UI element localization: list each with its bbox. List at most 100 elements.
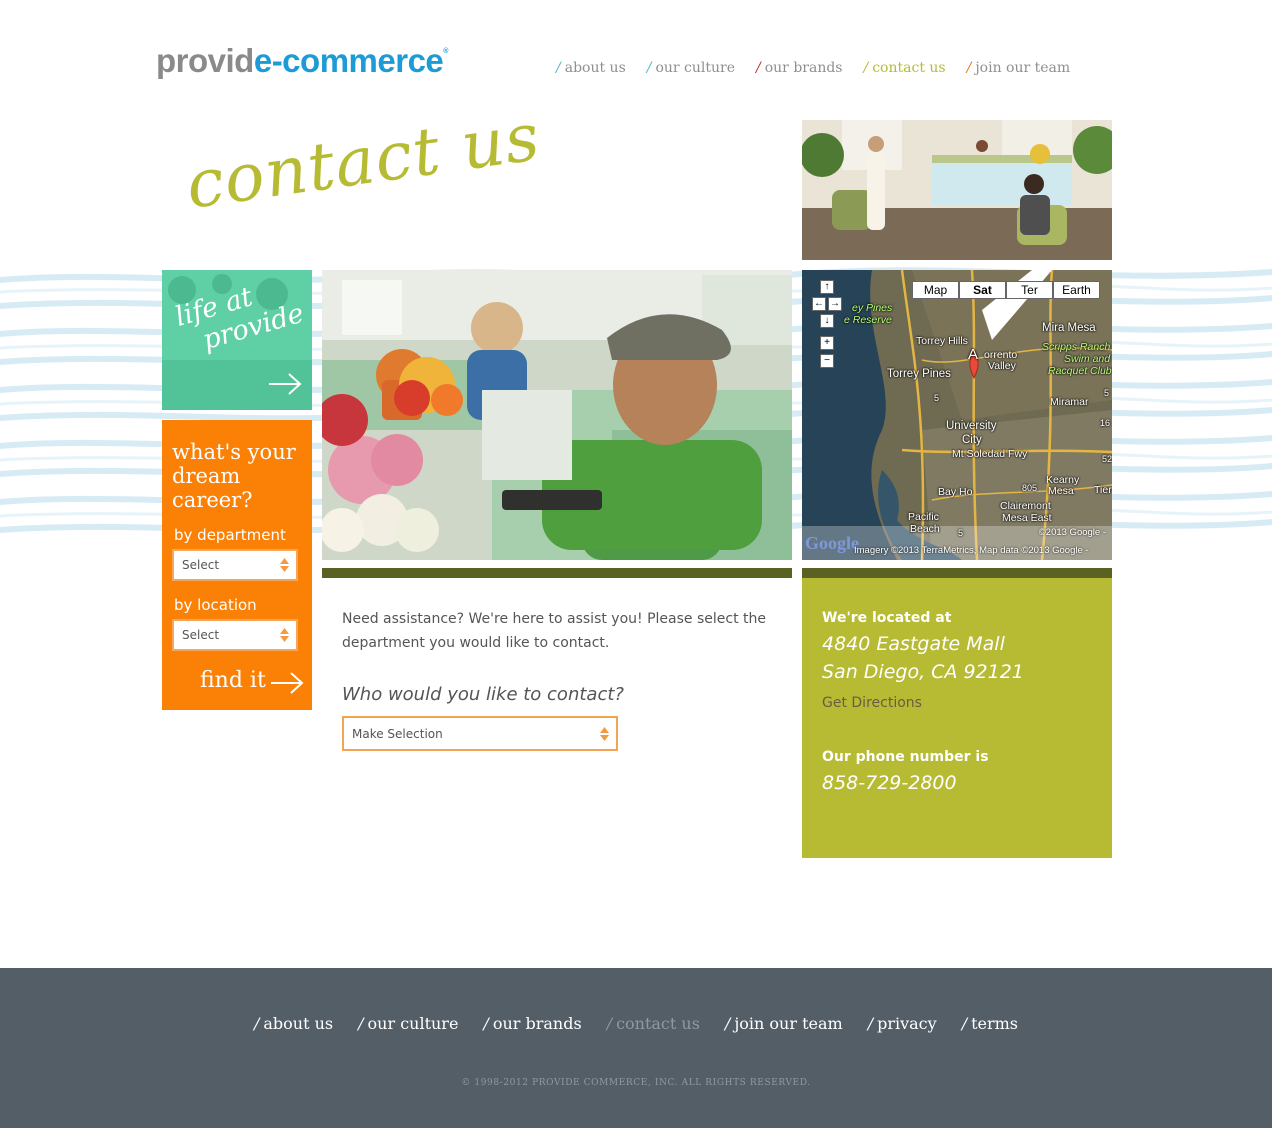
location-select[interactable]: Select <box>172 619 298 651</box>
map-label-city: City <box>962 434 982 446</box>
nav-about-us[interactable]: / about us <box>556 60 626 76</box>
map-pan-down-icon[interactable]: ↓ <box>820 314 834 328</box>
footer-slash: / <box>961 1014 968 1033</box>
select-carets-icon <box>600 726 609 741</box>
nav-our-brands[interactable]: / our brands <box>756 60 842 76</box>
arrow-right-icon[interactable] <box>270 672 304 694</box>
logo-text-part2: e-commerce <box>253 42 444 79</box>
nav-our-culture[interactable]: / our culture <box>647 60 735 76</box>
footer-link-label: privacy <box>877 1014 937 1033</box>
get-directions-link[interactable]: Get Directions <box>822 695 922 711</box>
map-zoom-out-icon[interactable]: − <box>820 354 834 368</box>
footer-link-about-us[interactable]: / about us <box>254 1014 333 1033</box>
map-label-swim: Swim and <box>1064 353 1111 365</box>
address-line1: 4840 Eastgate Mall <box>822 633 1005 655</box>
footer-link-contact-us[interactable]: / contact us <box>607 1014 700 1033</box>
footer-link-label: join our team <box>734 1014 843 1033</box>
map-pan-left-icon[interactable]: ← <box>812 297 826 311</box>
map-type-ter[interactable]: Ter <box>1006 281 1053 299</box>
map-copyright: ©2013 Google - <box>1038 527 1106 538</box>
location-select-value: Select <box>182 628 220 642</box>
contact-select-value: Make Selection <box>352 726 443 741</box>
map-label-bay-ho: Bay Ho <box>938 486 973 498</box>
find-it-label: find it <box>200 668 266 693</box>
nav-about-us-label: about us <box>564 60 626 76</box>
map-type-switcher: Map Sat Ter Earth <box>912 281 1100 299</box>
map-label-ey-pines: ey Pines <box>852 302 893 314</box>
location-info-panel: We're located at 4840 Eastgate Mall San … <box>802 578 1112 858</box>
footer-slash: / <box>483 1014 489 1033</box>
life-at-provide-tile[interactable]: life at provide <box>162 270 312 410</box>
map-zoom-in-icon[interactable]: + <box>820 336 834 350</box>
footer-link-label: about us <box>263 1014 334 1033</box>
nav-our-culture-label: our culture <box>655 60 736 76</box>
map-label-tierrasanta: Tier <box>1094 484 1112 496</box>
career-title: what's your dream career? <box>172 440 296 513</box>
map-label-hwy163: 16 <box>1100 418 1111 428</box>
map-label-pacific: Pacific <box>908 511 939 523</box>
map-label-mira-mesa: Mira Mesa <box>1042 322 1096 334</box>
footer-link-label: our culture <box>367 1014 459 1033</box>
nav-our-brands-label: our brands <box>764 60 843 76</box>
department-select-value: Select <box>182 558 220 572</box>
map-label-clairemont: Clairemont <box>1000 500 1051 512</box>
phone-number[interactable]: 858-729-2800 <box>822 769 957 797</box>
map-label-sorrento-valley: Valley <box>988 360 1016 372</box>
map-label-e-reserve: e Reserve <box>844 314 892 326</box>
map-label-university: University <box>946 420 997 432</box>
nav-contact-us[interactable]: / contact us <box>864 60 946 76</box>
footer-link-terms[interactable]: / terms <box>962 1014 1018 1033</box>
info-top-bar <box>802 568 1112 578</box>
footer-slash: / <box>724 1014 731 1033</box>
content-top-bar <box>322 568 792 578</box>
nav-join-our-team[interactable]: / join our team <box>967 60 1071 76</box>
map-label-hwy5-north: 5 <box>934 393 940 403</box>
by-department-label: by department <box>174 526 286 544</box>
select-carets-icon <box>280 558 289 572</box>
page-title: contact us <box>186 118 545 224</box>
map-pan-right-icon[interactable]: → <box>828 297 842 311</box>
map-label-torrey-pines: Torrey Pines <box>887 368 951 380</box>
career-search-panel: what's your dream career? by department … <box>162 420 312 710</box>
footer-slash: / <box>867 1014 874 1033</box>
footer-link-join-our-team[interactable]: / join our team <box>725 1014 843 1033</box>
map-label-hwy52: 52 <box>1102 454 1112 464</box>
contact-department-select[interactable]: Make Selection <box>342 716 618 751</box>
nav-slash: / <box>556 60 561 76</box>
department-select[interactable]: Select <box>172 549 298 581</box>
map-label-kearny-mesa: Mesa <box>1048 485 1074 497</box>
footer-slash: / <box>358 1014 364 1033</box>
footer-slash: / <box>606 1014 613 1033</box>
provide-commerce-logo[interactable]: provide-commerce® <box>156 44 448 77</box>
footer-link-our-brands[interactable]: / our brands <box>483 1014 581 1033</box>
map-label-racquet-club: Racquet Club <box>1048 365 1112 377</box>
by-location-label: by location <box>174 596 257 614</box>
main-nav: / about us / our culture / our brands / cont… <box>556 60 1070 76</box>
map-type-earth[interactable]: Earth <box>1053 281 1100 299</box>
page-title-text: contact us <box>186 118 545 224</box>
select-carets-icon <box>280 628 289 642</box>
map-label-hwy805: 805 <box>1022 483 1038 493</box>
map-type-map[interactable]: Map <box>912 281 959 299</box>
map-label-miramar: Miramar <box>1050 396 1089 408</box>
footer-nav: / about us / our culture / our brands / cont… <box>0 1014 1272 1033</box>
footer-link-label: contact us <box>616 1014 700 1033</box>
find-it-button[interactable]: find it <box>200 668 266 693</box>
footer: / about us / our culture / our brands / cont… <box>0 968 1272 1128</box>
map-attribution: Imagery ©2013 TerraMetrics, Map data ©20… <box>854 545 1089 556</box>
footer-link-label: terms <box>971 1014 1019 1033</box>
location-map[interactable]: Map Sat Ter Earth ↑ ← → ↓ + − A ey Pines… <box>802 270 1112 560</box>
located-label: We're located at <box>822 610 952 626</box>
arrow-right-icon <box>269 373 302 395</box>
map-label-torrey-hills: Torrey Hills <box>916 335 968 347</box>
map-pan-up-icon[interactable]: ↑ <box>820 280 834 294</box>
map-type-sat[interactable]: Sat <box>959 281 1006 299</box>
map-marker-a[interactable]: A <box>968 346 978 363</box>
footer-copyright: © 1998-2012 PROVIDE COMMERCE, INC. ALL R… <box>461 1078 811 1088</box>
call-center-photo <box>322 270 792 560</box>
nav-join-our-team-label: join our team <box>975 60 1071 76</box>
registered-mark: ® <box>443 48 448 55</box>
footer-link-our-culture[interactable]: / our culture <box>358 1014 458 1033</box>
footer-link-privacy[interactable]: / privacy <box>868 1014 937 1033</box>
google-logo[interactable]: Google <box>805 533 859 554</box>
